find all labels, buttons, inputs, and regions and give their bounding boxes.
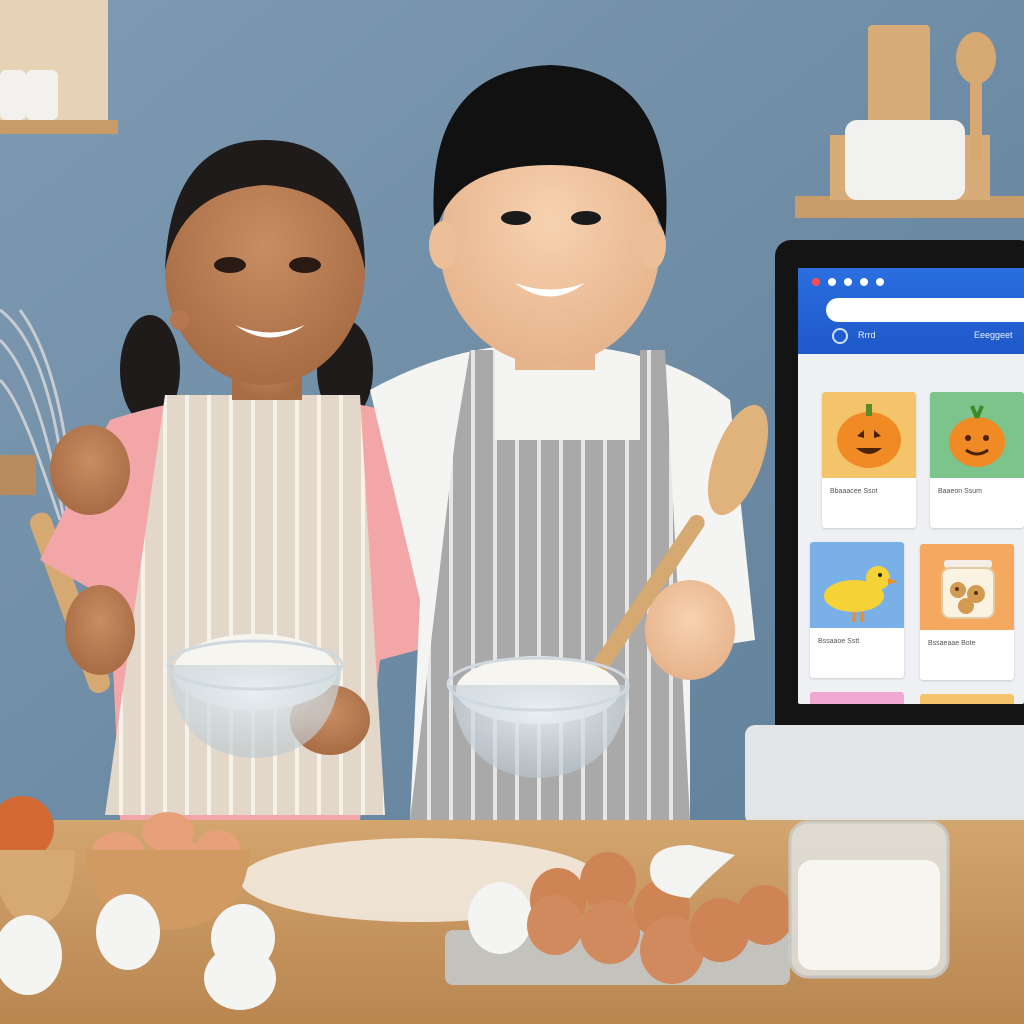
cookie-jar-icon <box>941 560 995 619</box>
card-caption: Bbaaacee Ssot <box>830 488 878 495</box>
egg-white <box>204 946 276 1010</box>
flour-jar <box>788 820 950 979</box>
pumpkin-icon <box>949 405 1005 467</box>
window-dots <box>812 278 884 286</box>
card-thumbnail <box>810 542 904 628</box>
recipe-card-partial[interactable] <box>810 692 904 704</box>
recipe-card-partial[interactable] <box>920 694 1014 704</box>
egg-white <box>96 894 160 970</box>
window-dot <box>844 278 852 286</box>
shelf-left-lower <box>0 455 36 495</box>
tab-label[interactable]: Rrrd <box>858 330 876 340</box>
card-caption: Bssaeaae Bote <box>928 640 976 647</box>
window-dot <box>860 278 868 286</box>
search-input[interactable] <box>826 298 1024 322</box>
recipe-card[interactable]: Bssaaoe Sstt <box>810 542 904 678</box>
shelf-left <box>0 120 118 134</box>
chick-icon <box>824 566 898 622</box>
card-thumbnail <box>822 392 916 478</box>
pumpkin-icon <box>837 404 901 468</box>
screen-header: Rrrd Eeeggeet <box>798 268 1024 354</box>
recipe-card[interactable]: Baaeon Ssum <box>930 392 1024 528</box>
card-caption: Bssaaoe Sstt <box>818 638 860 645</box>
card-thumbnail <box>930 392 1024 478</box>
recipe-card[interactable]: Bbaaacee Ssot <box>822 392 916 528</box>
window-close-dot <box>812 278 820 286</box>
monitor-screen: Rrrd Eeeggeet Bbaaacee Ssot Baaeon Ssum <box>798 268 1024 704</box>
recipe-card[interactable]: Bssaeaae Bote <box>920 544 1014 680</box>
card-thumbnail <box>920 544 1014 630</box>
window-dot <box>876 278 884 286</box>
card-caption: Baaeon Ssum <box>938 488 982 495</box>
window-dot <box>828 278 836 286</box>
tab-label[interactable]: Eeeggeet <box>974 330 1013 340</box>
home-icon[interactable] <box>832 328 848 344</box>
